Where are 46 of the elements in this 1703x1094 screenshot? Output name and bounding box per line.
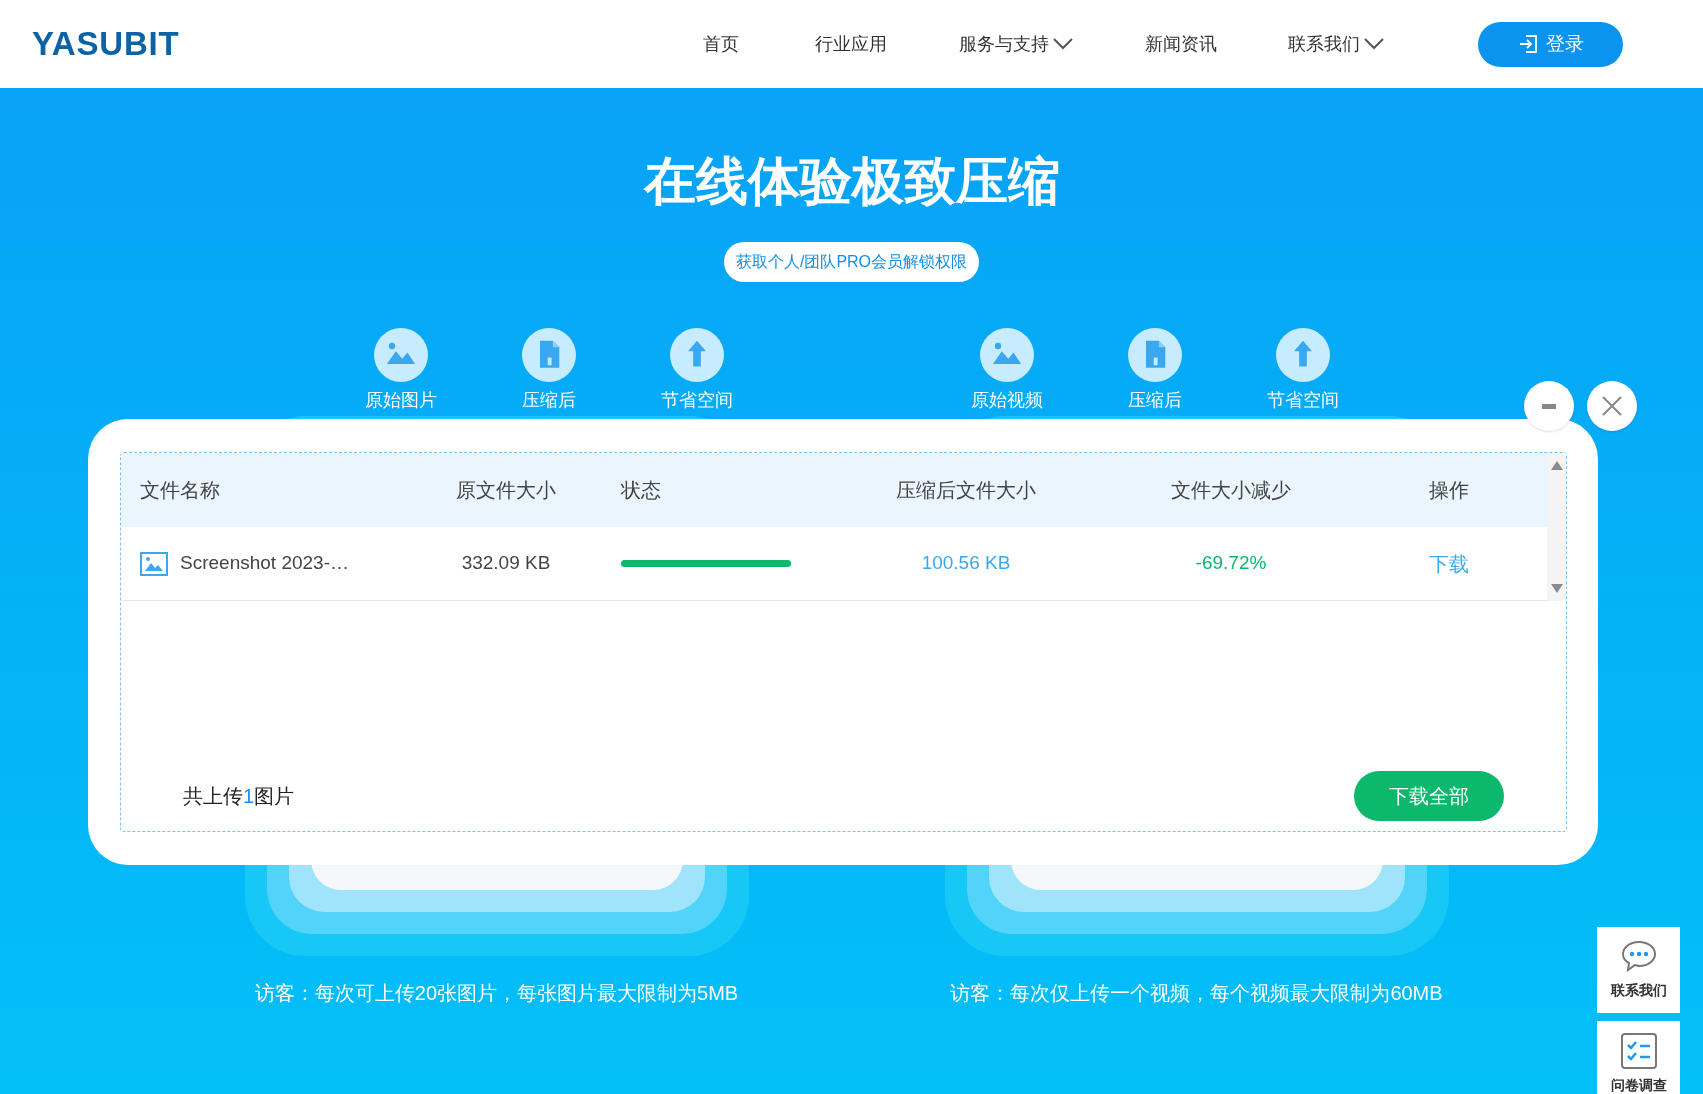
minimize-icon bbox=[1542, 403, 1556, 409]
stat-label: 节省空间 bbox=[1266, 390, 1339, 410]
scrollbar[interactable] bbox=[1547, 453, 1566, 601]
nav-link[interactable]: 联系我们 bbox=[1256, 0, 1416, 88]
stat-label: 原始视频 bbox=[970, 390, 1043, 410]
upload-limit-text: 访客：每次可上传20张图片，每张图片最大限制为5MB bbox=[253, 981, 740, 1006]
close-button[interactable] bbox=[1587, 381, 1637, 431]
file-icon bbox=[1127, 328, 1182, 382]
scroll-up-icon[interactable] bbox=[1550, 461, 1563, 470]
login-icon bbox=[1517, 34, 1538, 54]
checklist-icon bbox=[1620, 1032, 1657, 1069]
nav-link[interactable]: 新闻资讯 bbox=[1106, 0, 1256, 88]
column-header: 状态 bbox=[620, 478, 662, 503]
column-header: 压缩后文件大小 bbox=[895, 478, 1037, 503]
nav-link[interactable]: 服务与支持 bbox=[926, 0, 1106, 88]
nav-link[interactable]: 行业应用 bbox=[776, 0, 926, 88]
table-cell-text: 100.56 KB bbox=[920, 551, 1012, 576]
column-header: 文件大小减少 bbox=[1170, 478, 1292, 503]
image-icon bbox=[979, 328, 1034, 382]
stat-label: 压缩后 bbox=[1127, 390, 1182, 410]
close-icon bbox=[1602, 396, 1622, 416]
stat-label: 节省空间 bbox=[660, 390, 733, 410]
pro-membership-button[interactable]: 获取个人/团队PRO会员解锁权限 bbox=[723, 242, 980, 282]
image-icon bbox=[373, 328, 428, 382]
chat-icon bbox=[1619, 939, 1658, 974]
column-header: 操作 bbox=[1428, 478, 1470, 503]
side-widget-button[interactable]: 联系我们 bbox=[1597, 927, 1680, 1013]
upload-count-text: 共上传1图片 bbox=[183, 784, 295, 809]
stat-label: 压缩后 bbox=[521, 390, 576, 410]
upload-limit-text: 访客：每次仅上传一个视频，每个视频最大限制为60MB bbox=[949, 981, 1444, 1006]
table-cell-text: 332.09 KB bbox=[460, 551, 552, 576]
logo[interactable]: YASUBIT bbox=[32, 19, 180, 69]
file-icon bbox=[521, 328, 576, 382]
column-header: 原文件大小 bbox=[455, 478, 557, 503]
upload-icon bbox=[1275, 328, 1330, 382]
column-header: 文件名称 bbox=[139, 478, 221, 503]
side-widget-button[interactable]: 问卷调查 bbox=[1597, 1021, 1680, 1094]
table-cell-text: -69.72% bbox=[1194, 551, 1268, 576]
upload-icon bbox=[669, 328, 724, 382]
page-title: 在线体验极致压缩 bbox=[643, 155, 1060, 207]
file-name: Screenshot 2023-… bbox=[180, 551, 349, 576]
nav-link[interactable]: 首页 bbox=[666, 0, 776, 88]
image-file-icon bbox=[140, 551, 168, 576]
scroll-down-icon[interactable] bbox=[1550, 584, 1563, 593]
stat-label: 原始图片 bbox=[364, 390, 437, 410]
minimize-button[interactable] bbox=[1524, 381, 1574, 431]
